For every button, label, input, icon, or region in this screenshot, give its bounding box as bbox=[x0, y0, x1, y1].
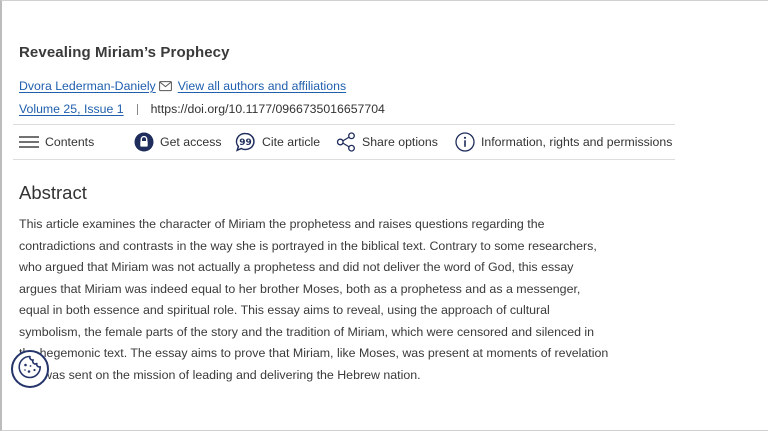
share-options-button[interactable]: Share options bbox=[336, 125, 438, 159]
get-access-label: Get access bbox=[160, 135, 222, 149]
contents-button[interactable]: Contents bbox=[19, 125, 94, 159]
meta-row: Volume 25, Issue 1 https://doi.org/10.11… bbox=[19, 102, 385, 116]
quote-icon: 99 bbox=[235, 132, 256, 152]
abstract-line: symbolism, the female parts of the story… bbox=[19, 324, 595, 339]
abstract-line: who argued that Miriam was not actually … bbox=[19, 260, 574, 274]
hamburger-icon bbox=[19, 134, 39, 150]
abstract-line: and was sent on the mission of leading a… bbox=[19, 367, 421, 382]
get-access-button[interactable]: Get access bbox=[134, 125, 222, 159]
information-label: Information, rights and permissions bbox=[481, 135, 673, 149]
cite-article-button[interactable]: 99 Cite article bbox=[235, 125, 320, 159]
cookie-settings-button[interactable] bbox=[11, 350, 49, 388]
share-icon bbox=[336, 132, 356, 152]
info-icon bbox=[455, 132, 475, 152]
article-title: Revealing Miriam’s Prophecy bbox=[19, 44, 230, 61]
author-link[interactable]: Dvora Lederman-Daniely bbox=[19, 79, 156, 93]
abstract-body: This article examines the character of M… bbox=[19, 214, 659, 386]
article-toolbar: Contents Get access 99 Cite article Shar… bbox=[13, 124, 675, 160]
authors-row: Dvora Lederman-Daniely View all authors … bbox=[19, 79, 346, 93]
mail-icon[interactable] bbox=[158, 80, 172, 92]
abstract-heading: Abstract bbox=[19, 182, 87, 203]
abstract-line: This article examines the character of M… bbox=[19, 217, 545, 231]
all-authors-link[interactable]: View all authors and affiliations bbox=[178, 79, 346, 93]
cite-article-label: Cite article bbox=[262, 135, 321, 149]
volume-issue-link[interactable]: Volume 25, Issue 1 bbox=[19, 102, 124, 116]
share-options-label: Share options bbox=[362, 135, 438, 149]
abstract-line: contradictions and contrasts in the way … bbox=[19, 238, 597, 253]
svg-text:99: 99 bbox=[239, 138, 252, 148]
abstract-line: argues that Miriam was indeed equal to h… bbox=[19, 281, 581, 296]
abstract-line: the hegemonic text. The essay aims to pr… bbox=[19, 346, 609, 360]
contents-label: Contents bbox=[45, 135, 95, 149]
lock-icon bbox=[134, 132, 154, 152]
meta-divider bbox=[136, 103, 138, 115]
cookie-icon bbox=[17, 354, 43, 385]
abstract-line: equal in both essence and spiritual role… bbox=[19, 303, 550, 317]
doi-text[interactable]: https://doi.org/10.1177/0966735016657704 bbox=[151, 102, 385, 116]
information-button[interactable]: Information, rights and permissions bbox=[455, 125, 672, 159]
